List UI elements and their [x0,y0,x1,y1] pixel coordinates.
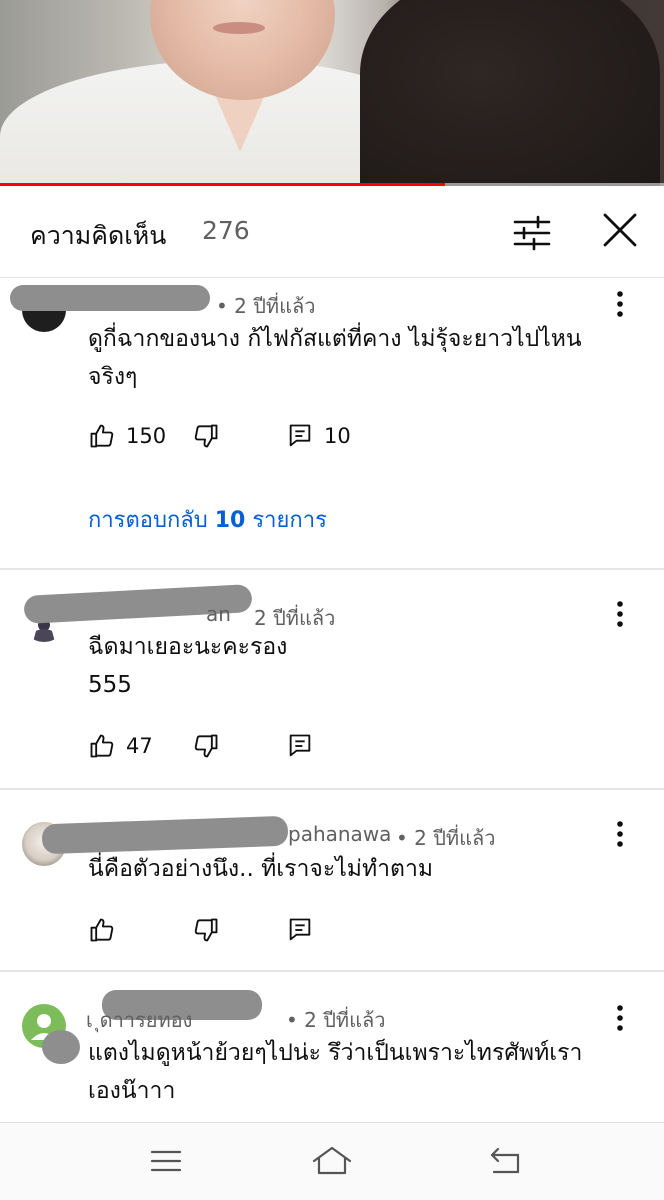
comments-header: ความคิดเห็น 276 [0,188,664,278]
comment-text: ฉีดมาเยอะนะคะรอง 555 [88,628,287,704]
replies-prefix: การตอบกลับ [88,508,208,533]
sliders-icon [513,215,551,251]
replies-suffix: รายการ [252,508,327,533]
comment-text-line: ฉีดมาเยอะนะคะรอง [88,634,288,660]
comment-actions [88,912,388,948]
thumb-down-icon [194,424,218,448]
back-icon [490,1147,520,1174]
comment-text-line: ดูกี่ฉากของนาง ก้ไฟกัสแต่ที่คาง ไม่รุ้จะ… [88,326,582,352]
comment-time: • 2 ปีที่แล้ว [286,1008,386,1032]
like-count: 150 [126,424,167,448]
more-vertical-icon [617,601,623,627]
comment-menu-button[interactable] [606,286,634,322]
thumb-up-icon [90,734,114,758]
more-vertical-icon [617,1005,623,1031]
video-progress-bar[interactable] [0,183,664,186]
comment-text-line: นี่คือตัวอย่างนึง.. ที่เราจะไม่ทำตาม [88,856,434,882]
comment-text: นี่คือตัวอย่างนึง.. ที่เราจะไม่ทำตาม [88,850,433,888]
dislike-button[interactable] [192,728,220,764]
like-button[interactable] [88,912,116,948]
close-icon [603,213,637,247]
video-person-lips [213,22,265,34]
comment-time: • 2 ปีที่แล้ว [216,294,316,318]
reply-button[interactable] [286,728,314,764]
reply-button[interactable]: 10 [286,418,351,454]
comment-item: an 2 ปีที่แล้ว ฉีดมาเยอะนะคะรอง 555 47 [0,570,664,788]
video-person-hair [360,0,660,186]
nav-menu-button[interactable] [144,1143,188,1179]
comment-item: เ ุดาารยทอง • 2 ปีที่แล้ว แตงไมดูหน้าย้ว… [0,972,664,1122]
comment-menu-button[interactable] [606,1000,634,1036]
comment-text-line: แตงไมดูหน้าย้วยๆไปน่ะ รึว่าเป็นเพราะไทรศ… [88,1040,583,1066]
author-name-redacted [42,1030,80,1064]
like-button[interactable]: 47 [88,728,153,764]
thumb-down-icon [194,918,218,942]
comment-menu-button[interactable] [606,816,634,852]
reply-button[interactable] [286,912,314,948]
thumb-up-icon [90,424,114,448]
comment-text-line: 555 [88,672,132,698]
comment-text-line: เองน๊าาา [88,1078,176,1104]
like-count: 47 [126,734,153,758]
comment-text: แตงไมดูหน้าย้วยๆไปน่ะ รึว่าเป็นเพราะไทรศ… [88,1034,582,1110]
author-name-visible: pahanawa [288,822,392,846]
comment-reply-icon [289,918,311,941]
comment-item: • 2 ปีที่แล้ว ดูกี่ฉากของนาง ก้ไฟกัสแต่ท… [0,278,664,568]
comment-reply-icon [289,734,311,757]
comment-text-line: จริงๆ [88,364,138,390]
author-name-visible: เ ุดาารยทอง [86,1008,193,1032]
comment-actions: 47 [88,728,388,764]
replies-number: 10 [214,508,246,533]
like-button[interactable]: 150 [88,418,166,454]
comment-text: ดูกี่ฉากของนาง ก้ไฟกัสแต่ที่คาง ไม่รุ้จะ… [88,320,582,396]
comment-actions: 150 10 [88,418,388,454]
hamburger-icon [150,1150,182,1172]
thumb-up-icon [90,918,114,942]
author-name-redacted [10,285,210,311]
nav-back-button[interactable] [484,1143,528,1179]
view-replies-link[interactable]: การตอบกลับ 10 รายการ [88,502,327,537]
video-progress-fill [0,183,445,186]
sort-filter-button[interactable] [510,213,554,253]
comments-count: 276 [202,216,250,245]
reply-count: 10 [324,424,351,448]
dislike-button[interactable] [192,418,220,454]
author-name-visible: an [206,602,231,626]
comment-reply-icon [289,424,311,447]
dislike-button[interactable] [192,912,220,948]
system-navigation-bar [0,1122,664,1200]
close-comments-button[interactable] [598,208,642,252]
comments-title: ความคิดเห็น [30,221,167,250]
more-vertical-icon [617,821,623,847]
thumb-down-icon [194,734,218,758]
comment-item: pahanawa • 2 ปีที่แล้ว นี่คือตัวอย่างนึง… [0,790,664,970]
video-player[interactable] [0,0,664,186]
nav-home-button[interactable] [310,1143,354,1179]
comment-menu-button[interactable] [606,596,634,632]
author-name-redacted [41,815,289,855]
home-icon [312,1146,352,1175]
more-vertical-icon [617,291,623,317]
